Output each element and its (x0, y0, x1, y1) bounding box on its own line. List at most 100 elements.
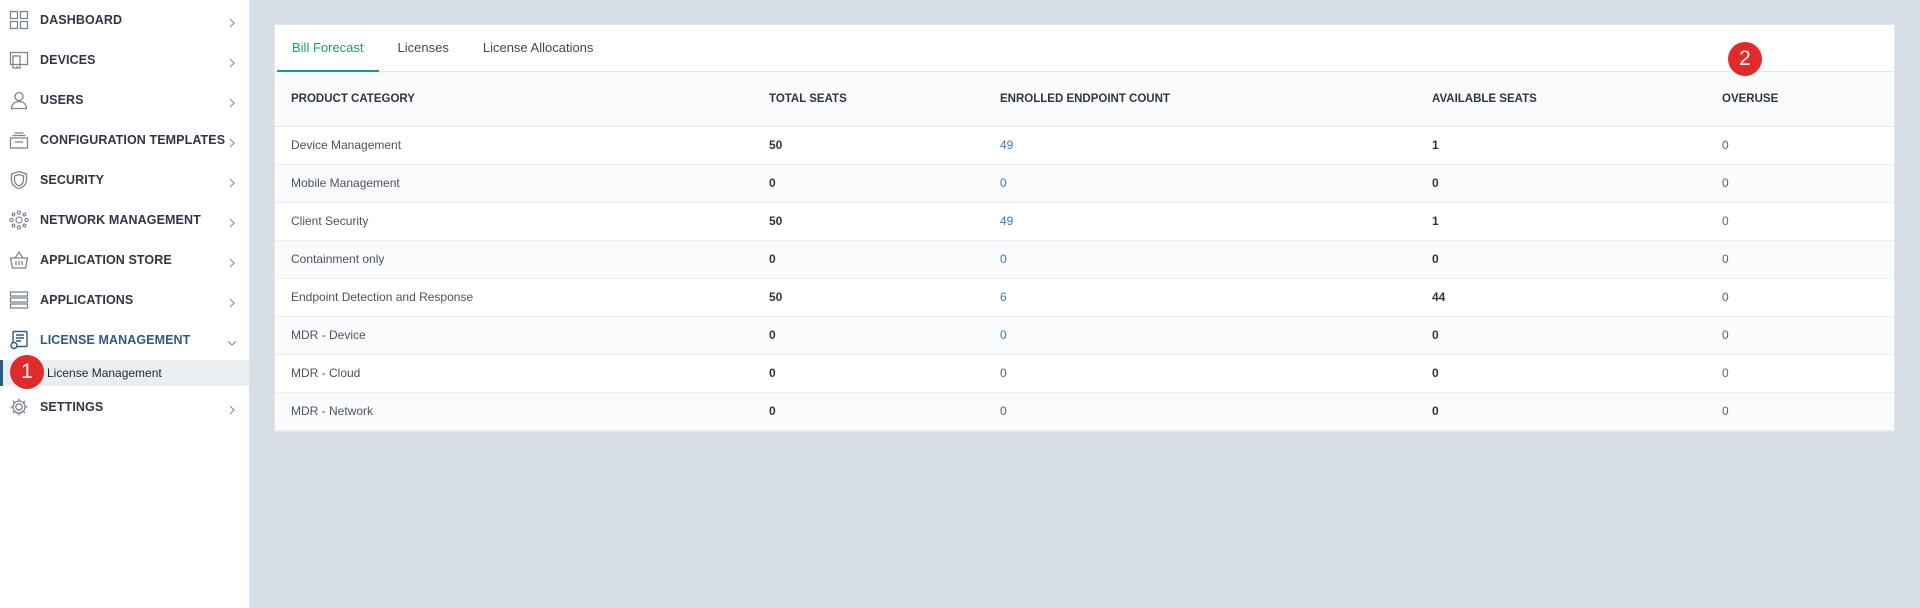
chevron-right-icon (227, 135, 237, 148)
license-icon (9, 330, 29, 350)
step-badge-2: 2 (1728, 42, 1762, 76)
table-row: MDR - Device 0 0 0 0 (275, 316, 1894, 354)
product-category-cell: MDR - Network (291, 404, 374, 418)
license-card: Bill Forecast Licenses License Allocatio… (274, 24, 1895, 432)
chevron-right-icon (227, 215, 237, 228)
overuse-cell: 0 (1722, 176, 1729, 190)
sidebar-item-label: DEVICES (40, 53, 96, 67)
sidebar-subitem-label: License Management (47, 366, 162, 380)
applications-icon (9, 290, 29, 310)
overuse-cell: 0 (1722, 404, 1729, 418)
sidebar-item-label: DASHBOARD (40, 13, 123, 27)
column-header[interactable]: PRODUCT CATEGORY (275, 72, 753, 126)
product-category-cell: Device Management (291, 138, 402, 152)
table-row: MDR - Cloud 0 0 0 0 (275, 354, 1894, 392)
table-row: Mobile Management 0 0 0 0 (275, 164, 1894, 202)
enrolled-count-link[interactable]: 6 (984, 278, 1416, 316)
sidebar-item-dashboard[interactable]: DASHBOARD (0, 0, 249, 40)
total-seats-cell: 50 (769, 290, 783, 304)
chevron-right-icon (227, 255, 237, 268)
overuse-cell: 0 (1722, 214, 1729, 228)
sidebar-item-label: SECURITY (40, 173, 105, 187)
overuse-cell: 0 (1722, 366, 1729, 380)
gear-icon (9, 397, 29, 417)
overuse-cell: 0 (1722, 328, 1729, 342)
step-badge-1: 1 (10, 355, 44, 389)
sidebar-item-label: SETTINGS (40, 400, 104, 414)
product-category-cell: Client Security (291, 214, 369, 228)
overuse-cell: 0 (1722, 138, 1729, 152)
chevron-right-icon (227, 55, 237, 68)
product-category-cell: Containment only (291, 252, 385, 266)
sidebar-item-users[interactable]: USERS (0, 80, 249, 120)
basket-icon (9, 250, 29, 270)
available-seats-cell: 44 (1432, 290, 1446, 304)
shield-icon (9, 170, 29, 190)
chevron-right-icon (227, 402, 237, 415)
enrolled-count-link[interactable]: 49 (984, 126, 1416, 164)
sidebar-item-configuration-templates[interactable]: CONFIGURATION TEMPLATES (0, 120, 249, 160)
enrolled-count-link[interactable]: 0 (984, 316, 1416, 354)
total-seats-cell: 0 (769, 252, 776, 266)
sidebar-item-security[interactable]: SECURITY (0, 160, 249, 200)
sidebar-item-label: NETWORK MANAGEMENT (40, 213, 201, 227)
devices-icon (9, 50, 29, 70)
sidebar-item-label: LICENSE MANAGEMENT (40, 333, 191, 347)
available-seats-cell: 1 (1432, 214, 1439, 228)
available-seats-cell: 0 (1432, 252, 1439, 266)
table-row: Device Management 50 49 1 0 (275, 126, 1894, 164)
product-category-cell: MDR - Device (291, 328, 366, 342)
column-header[interactable]: TOTAL SEATS (753, 72, 984, 126)
overuse-cell: 0 (1722, 290, 1729, 304)
sidebar-item-network-management[interactable]: NETWORK MANAGEMENT (0, 200, 249, 240)
tab-bill-forecast[interactable]: Bill Forecast (277, 24, 379, 72)
templates-icon (9, 130, 29, 150)
column-header[interactable]: AVAILABLE SEATS (1416, 72, 1706, 126)
table-row: Containment only 0 0 0 0 (275, 240, 1894, 278)
sidebar: DASHBOARD DEVICES USERS CONFIGURATION TE… (0, 0, 250, 608)
sidebar-item-label: USERS (40, 93, 84, 107)
product-category-cell: Endpoint Detection and Response (291, 290, 474, 304)
table-header-row: PRODUCT CATEGORY TOTAL SEATS ENROLLED EN… (275, 72, 1894, 126)
user-icon (9, 90, 29, 110)
total-seats-cell: 0 (769, 404, 776, 418)
sidebar-item-license-management[interactable]: LICENSE MANAGEMENT (0, 320, 249, 360)
enrolled-count-cell: 0 (1000, 366, 1007, 380)
table-row: MDR - Network 0 0 0 0 (275, 392, 1894, 430)
total-seats-cell: 0 (769, 366, 776, 380)
bill-forecast-table: PRODUCT CATEGORY TOTAL SEATS ENROLLED EN… (275, 72, 1894, 431)
total-seats-cell: 50 (769, 214, 783, 228)
chevron-right-icon (227, 175, 237, 188)
product-category-cell: MDR - Cloud (291, 366, 361, 380)
available-seats-cell: 0 (1432, 176, 1439, 190)
available-seats-cell: 0 (1432, 404, 1439, 418)
chevron-right-icon (227, 15, 237, 28)
sidebar-item-applications[interactable]: APPLICATIONS (0, 280, 249, 320)
tab-license-allocations[interactable]: License Allocations (468, 24, 609, 71)
table-row: Client Security 50 49 1 0 (275, 202, 1894, 240)
sidebar-item-label: APPLICATION STORE (40, 253, 172, 267)
sidebar-item-application-store[interactable]: APPLICATION STORE (0, 240, 249, 280)
chevron-right-icon (227, 295, 237, 308)
column-header[interactable]: OVERUSE (1706, 72, 1894, 126)
chevron-right-icon (227, 95, 237, 108)
enrolled-count-link[interactable]: 0 (984, 240, 1416, 278)
chevron-down-icon (227, 335, 237, 346)
network-icon (9, 210, 29, 230)
dashboard-icon (9, 10, 29, 30)
sidebar-item-devices[interactable]: DEVICES (0, 40, 249, 80)
enrolled-count-cell: 0 (1000, 404, 1007, 418)
product-category-cell: Mobile Management (291, 176, 400, 190)
column-header[interactable]: ENROLLED ENDPOINT COUNT (984, 72, 1416, 126)
total-seats-cell: 0 (769, 176, 776, 190)
total-seats-cell: 50 (769, 138, 783, 152)
tab-licenses[interactable]: Licenses (383, 24, 464, 71)
available-seats-cell: 0 (1432, 328, 1439, 342)
sidebar-item-label: APPLICATIONS (40, 293, 134, 307)
sidebar-item-settings[interactable]: SETTINGS (0, 386, 249, 428)
total-seats-cell: 0 (769, 328, 776, 342)
enrolled-count-link[interactable]: 49 (984, 202, 1416, 240)
enrolled-count-link[interactable]: 0 (984, 164, 1416, 202)
available-seats-cell: 1 (1432, 138, 1439, 152)
available-seats-cell: 0 (1432, 366, 1439, 380)
